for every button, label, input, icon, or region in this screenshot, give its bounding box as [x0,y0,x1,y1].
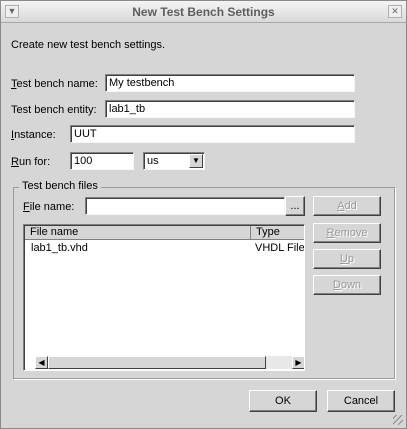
column-header-file-name[interactable]: File name [25,226,251,240]
test-bench-name-label: Test bench name: [11,78,98,90]
run-for-label: Run for: [11,156,51,168]
test-bench-files-title: Test bench files [19,180,101,192]
scroll-right-icon[interactable]: ▶ [292,356,304,369]
window-title: New Test Bench Settings [132,5,275,19]
horizontal-scrollbar[interactable]: ◀ ▶ [35,356,304,369]
files-list[interactable]: File name Type lab1_tb.vhd VHDL File ◀ ▶ [23,224,305,371]
list-item-file[interactable]: lab1_tb.vhd [31,242,88,254]
remove-button[interactable]: Remove [313,223,381,243]
scrollbar-thumb[interactable] [48,356,266,369]
test-bench-name-field[interactable]: My testbench [105,74,355,92]
cancel-button[interactable]: Cancel [327,390,395,412]
instance-field[interactable]: UUT [70,125,355,143]
test-bench-entity-field[interactable]: lab1_tb [105,100,355,118]
browse-button[interactable]: ... [285,196,305,216]
dialog-window: ▼ New Test Bench Settings ✕ Create new t… [0,0,407,429]
close-icon[interactable]: ✕ [388,5,402,18]
test-bench-entity-label: Test bench entity: [11,104,97,116]
dialog-description: Create new test bench settings. [11,39,166,51]
scroll-left-icon[interactable]: ◀ [35,356,48,369]
ok-button[interactable]: OK [249,390,317,412]
dropdown-arrow-icon[interactable]: ▼ [189,154,203,168]
add-button[interactable]: Add [313,196,381,216]
run-for-field[interactable]: 100 [70,152,134,170]
file-name-label: File name: [23,201,75,213]
list-item-type[interactable]: VHDL File [255,242,304,254]
resize-grip-icon[interactable] [393,415,403,425]
down-button[interactable]: Down [313,275,381,295]
up-button[interactable]: Up [313,249,381,269]
file-name-input[interactable] [85,197,285,215]
title-bar[interactable]: ▼ New Test Bench Settings ✕ [1,1,406,23]
column-header-type[interactable]: Type [251,226,304,240]
instance-label: Instance: [11,129,56,141]
run-for-unit-value: us [147,155,159,167]
run-for-unit-select[interactable]: us ▼ [143,152,205,170]
